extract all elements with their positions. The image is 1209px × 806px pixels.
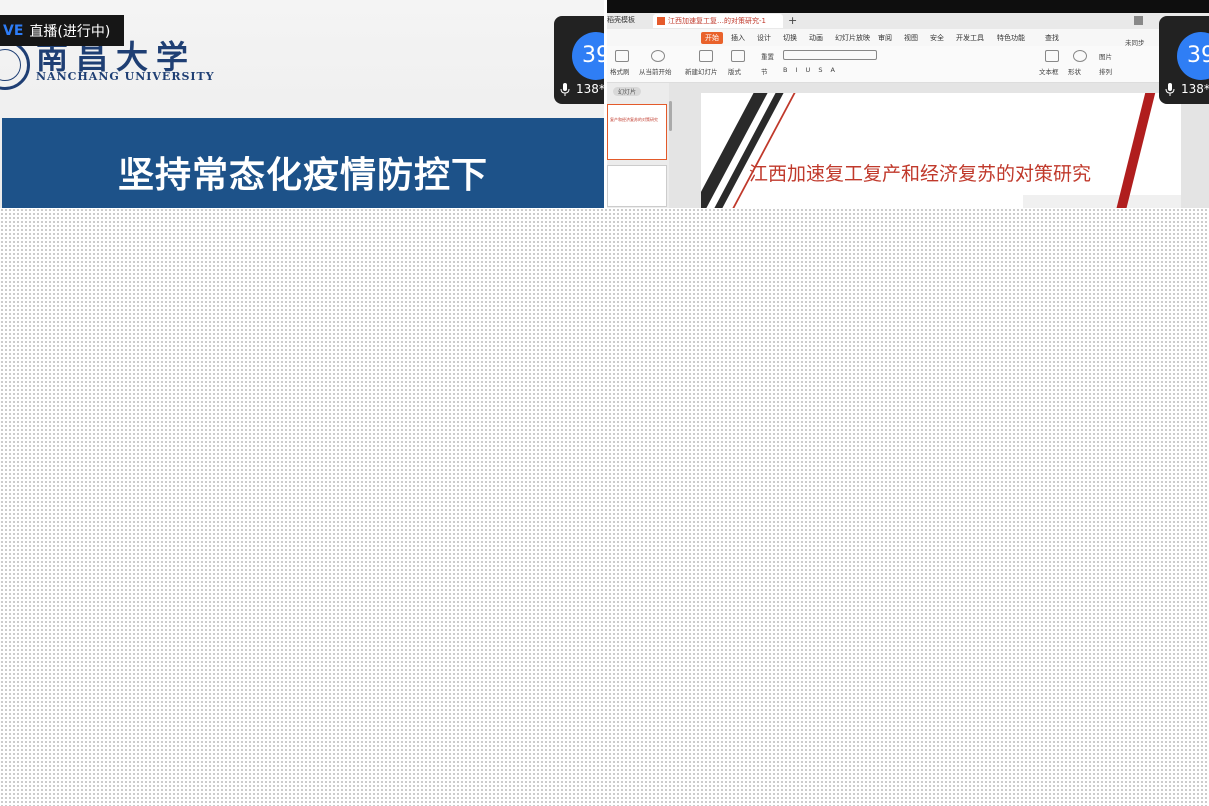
font-name-select[interactable] [783, 50, 877, 60]
university-seal-icon [0, 40, 30, 90]
menu-item-transition[interactable]: 切换 [783, 33, 797, 43]
textbox-icon[interactable] [1045, 50, 1059, 62]
ribbon-toolbar: 格式刷 从当前开始 新建幻灯片 版式 重置 节 B I U S A 文本框 形状… [607, 39, 1209, 83]
font-style-buttons[interactable]: B I U S A [783, 66, 838, 74]
menu-item-security[interactable]: 安全 [930, 33, 944, 43]
sync-status[interactable]: 未同步 [1125, 37, 1145, 47]
section-label[interactable]: 节 [761, 66, 768, 76]
live-status-badge: VE 直播(进行中) [0, 15, 124, 46]
layout-label[interactable]: 版式 [728, 66, 741, 76]
menu-item-developer[interactable]: 开发工具 [956, 33, 984, 43]
reset-label[interactable]: 重置 [761, 51, 774, 61]
new-slide-icon[interactable] [699, 50, 713, 62]
university-name-en: NANCHANG UNIVERSITY [36, 70, 215, 83]
window-icon[interactable] [1134, 16, 1143, 25]
editor-workspace: 幻灯片 复产和经济复苏的对策研究 江西加速复工复产和经济复苏的对策研究 [607, 83, 1209, 208]
slide-red-bar [1112, 93, 1156, 208]
from-current-label[interactable]: 从当前开始 [639, 66, 672, 76]
tab-bar: 稻壳模板 江西加速复工复…的对策研究-1 + [607, 13, 1209, 29]
textbox-label[interactable]: 文本框 [1039, 66, 1059, 76]
slide-thumbnail-pane: 幻灯片 复产和经济复苏的对策研究 [607, 83, 669, 208]
empty-dotted-area [0, 208, 1209, 806]
live-status-text: 直播(进行中) [29, 23, 111, 40]
thumbnail-title: 复产和经济复苏的对策研究 [610, 117, 658, 122]
presentation-right-panel: 稻壳模板 江西加速复工复…的对策研究-1 + 开始 插入 设计 切换 动画 幻灯… [607, 0, 1209, 208]
microphone-icon [560, 83, 570, 96]
menu-item-review[interactable]: 审阅 [878, 33, 892, 43]
live-tag: VE [3, 22, 24, 39]
thumbnail-scrollbar[interactable] [669, 101, 672, 131]
slide-decor-stripe [701, 93, 768, 208]
live-stream-left-panel: VE 直播(进行中) 南昌大学 NANCHANG UNIVERSITY 坚持常态… [0, 0, 604, 208]
menu-item-search[interactable]: 查找 [1045, 33, 1059, 43]
menu-item-slideshow[interactable]: 幻灯片放映 [835, 33, 870, 43]
tab-document[interactable]: 江西加速复工复…的对策研究-1 [653, 14, 783, 28]
arrange-label[interactable]: 排列 [1099, 66, 1112, 76]
new-tab-icon[interactable]: + [788, 14, 797, 27]
shape-icon[interactable] [1073, 50, 1087, 62]
title-banner: 坚持常态化疫情防控下 [2, 118, 604, 208]
ppt-file-icon [657, 17, 665, 25]
microphone-icon [1165, 83, 1175, 96]
menu-item-start[interactable]: 开始 [701, 32, 723, 44]
slide-thumbnail-2[interactable] [607, 165, 667, 207]
menu-item-animation[interactable]: 动画 [809, 33, 823, 43]
participant-avatar: 39 [1177, 32, 1209, 80]
participant-avatar: 39 [572, 32, 604, 80]
tab-document-label: 江西加速复工复…的对策研究-1 [668, 17, 766, 25]
menu-item-features[interactable]: 特色功能 [997, 33, 1025, 43]
picture-label[interactable]: 图片 [1099, 51, 1112, 61]
participant-count: 138* [1181, 82, 1209, 96]
slide-canvas[interactable]: 江西加速复工复产和经济复苏的对策研究 [701, 93, 1181, 208]
banner-title: 坚持常态化疫情防控下 [117, 155, 488, 196]
format-painter-icon[interactable] [615, 50, 629, 62]
shape-label[interactable]: 形状 [1068, 66, 1081, 76]
format-painter-label[interactable]: 格式刷 [610, 66, 630, 76]
new-slide-label[interactable]: 新建幻灯片 [685, 66, 718, 76]
top-bar [607, 0, 1209, 13]
slide-title: 江西加速复工复产和经济复苏的对策研究 [749, 163, 1092, 185]
menu-item-design[interactable]: 设计 [757, 33, 771, 43]
tab-template[interactable]: 稻壳模板 [607, 15, 635, 25]
menu-bar: 开始 插入 设计 切换 动画 幻灯片放映 审阅 视图 安全 开发工具 特色功能 … [607, 29, 1209, 46]
play-icon[interactable] [651, 50, 665, 62]
slides-tab-label[interactable]: 幻灯片 [613, 87, 642, 96]
slide-decor-panel [1023, 195, 1181, 208]
menu-item-insert[interactable]: 插入 [731, 33, 745, 43]
participant-count: 138* [576, 82, 604, 96]
slide-thumbnail-1[interactable]: 复产和经济复苏的对策研究 [607, 104, 667, 160]
layout-icon[interactable] [731, 50, 745, 62]
participant-widget[interactable]: 39 138* [554, 16, 604, 104]
menu-item-view[interactable]: 视图 [904, 33, 918, 43]
participant-widget[interactable]: 39 138* [1159, 16, 1209, 104]
